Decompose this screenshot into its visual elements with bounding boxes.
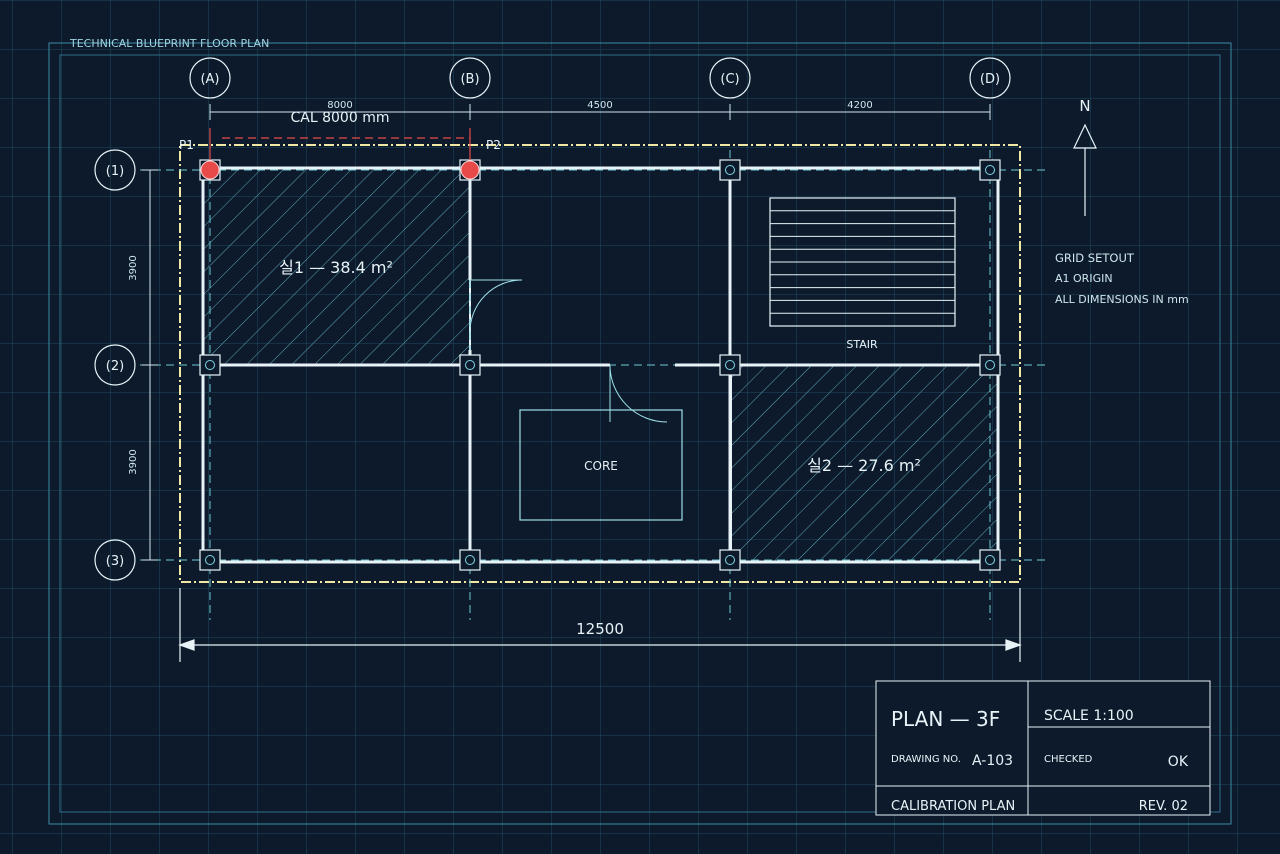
- column-A3: [199, 549, 221, 571]
- overall-dimension: 12500: [576, 620, 624, 638]
- column-C2: [719, 354, 741, 376]
- title-drawing-no: A-103: [972, 753, 1013, 769]
- title-name: CALIBRATION PLAN: [891, 799, 1015, 814]
- core-label: CORE: [584, 459, 618, 473]
- column-B2: [459, 354, 481, 376]
- span-dim-CD: 4200: [847, 100, 872, 111]
- column-B3: [459, 549, 481, 571]
- sheet-title: TECHNICAL BLUEPRINT FLOOR PLAN: [69, 37, 269, 50]
- calibration-label: CAL 8000 mm: [291, 110, 390, 126]
- room2-label: 실2 — 27.6 m²: [807, 456, 921, 475]
- calibration-p2-label: P2: [486, 138, 501, 152]
- column-D2: [979, 354, 1001, 376]
- calibration-point-p2[interactable]: [460, 160, 480, 180]
- height-dim-12: 3900: [128, 255, 139, 280]
- axis-label-A: (A): [200, 72, 219, 87]
- axis-label-2: (2): [106, 359, 124, 374]
- axis-label-B: (B): [460, 72, 479, 87]
- column-C3: [719, 549, 741, 571]
- axis-label-D: (D): [980, 72, 1000, 87]
- note-origin: A1 ORIGIN: [1055, 272, 1113, 285]
- title-plan: PLAN — 3F: [891, 707, 1000, 731]
- blueprint-canvas: TECHNICAL BLUEPRINT FLOOR PLAN CORE STAI…: [0, 0, 1280, 854]
- calibration-point-p1[interactable]: [200, 160, 220, 180]
- note-grid-setout: GRID SETOUT: [1055, 251, 1135, 265]
- room1-label: 실1 — 38.4 m²: [279, 258, 393, 277]
- column-D1: [979, 159, 1001, 181]
- axis-label-1: (1): [106, 164, 124, 179]
- column-A2: [199, 354, 221, 376]
- stair-label: STAIR: [846, 338, 878, 351]
- column-D3: [979, 549, 1001, 571]
- title-block: [875, 680, 1211, 816]
- axis-label-C: (C): [720, 72, 739, 87]
- title-rev: REV. 02: [1139, 799, 1188, 814]
- north-label: N: [1079, 97, 1090, 115]
- column-C1: [719, 159, 741, 181]
- title-scale: SCALE 1:100: [1044, 708, 1134, 724]
- title-checked-label: CHECKED: [1044, 754, 1093, 765]
- calibration-p1-label: P1: [179, 138, 194, 152]
- title-drawing-no-label: DRAWING NO.: [891, 754, 961, 765]
- note-dimensions: ALL DIMENSIONS IN mm: [1055, 293, 1189, 306]
- span-dim-BC: 4500: [587, 100, 612, 111]
- title-checked: OK: [1168, 754, 1189, 770]
- axis-label-3: (3): [106, 554, 124, 569]
- height-dim-23: 3900: [128, 449, 139, 474]
